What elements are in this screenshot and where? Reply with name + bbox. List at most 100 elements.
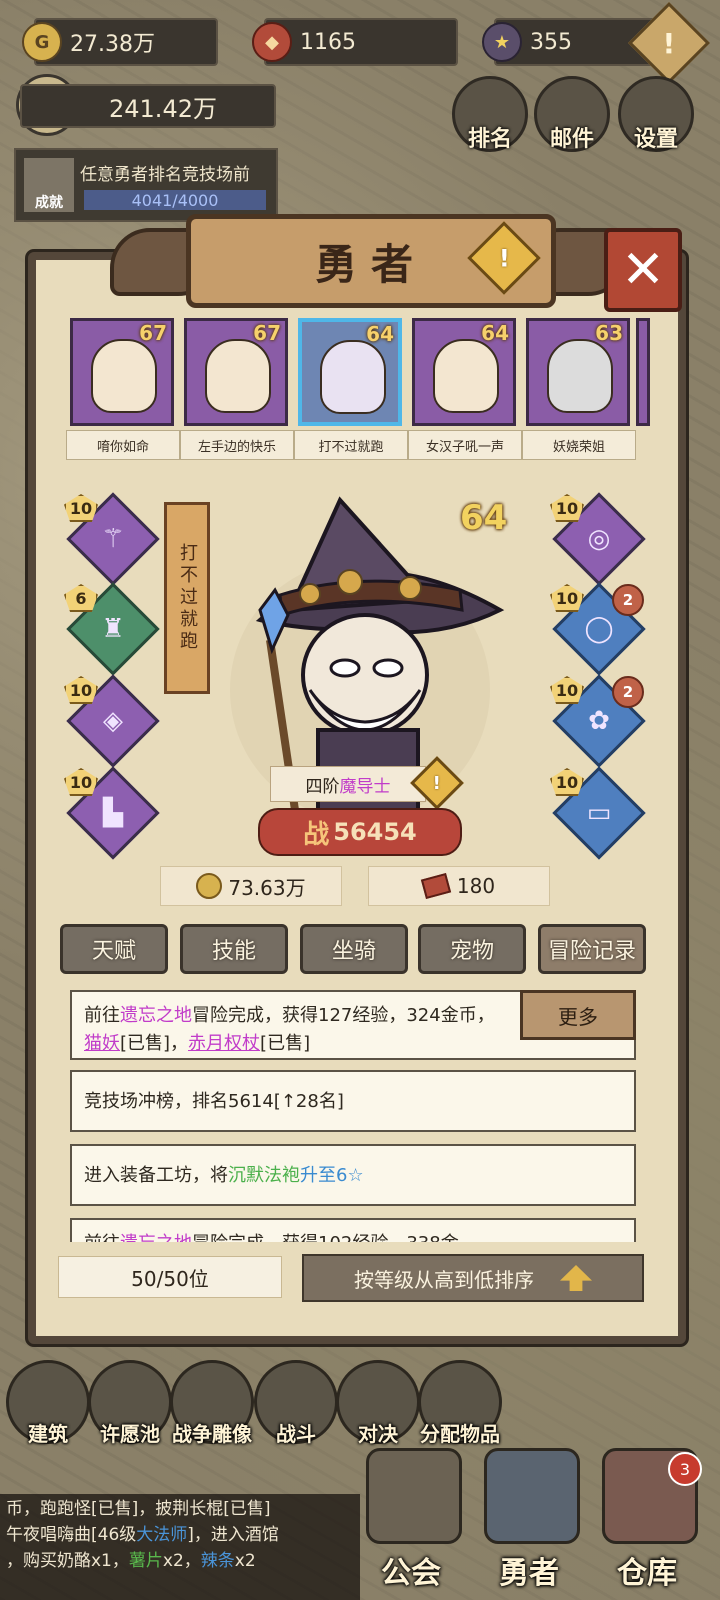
- hero-card[interactable]: 64: [412, 318, 516, 426]
- robe-icon: ♜: [101, 614, 125, 644]
- hero-card[interactable]: 67: [184, 318, 288, 426]
- rank-prefix: 四阶: [305, 776, 340, 797]
- chat-item: 辣条: [200, 1551, 235, 1571]
- combat-prefix: 战: [303, 819, 330, 850]
- tab-talent[interactable]: 天赋: [60, 924, 168, 974]
- chat-line: ，购买奶酪x1，薯片x2，辣条x2: [6, 1548, 354, 1574]
- chat-text: x2，: [162, 1551, 201, 1571]
- hero-card-partial[interactable]: [636, 318, 650, 426]
- quest-progress: 4041/4000: [84, 190, 266, 210]
- settings-button[interactable]: 设置: [618, 76, 694, 152]
- hero-portrait: [91, 339, 157, 413]
- hero-level: 64: [366, 322, 394, 346]
- hero-level: 67: [253, 321, 281, 345]
- helmet-icon: [484, 1448, 580, 1544]
- hero-level: 67: [139, 321, 167, 345]
- hero-name: 唷你如命: [66, 430, 180, 460]
- tab-label: 勇者: [499, 1556, 559, 1591]
- hero-name: 打不过就跑: [294, 430, 408, 460]
- hero-class-plate: 四阶 魔导士: [270, 766, 426, 802]
- combat-value: 56454: [333, 818, 417, 846]
- tab-adventure-log[interactable]: 冒险记录: [538, 924, 646, 974]
- nav-war-statue[interactable]: 战争雕像: [170, 1360, 254, 1446]
- chat-text: ]，进入酒馆: [187, 1525, 279, 1545]
- coin-icon: G: [22, 22, 62, 62]
- combat-power: 战 56454: [258, 808, 462, 856]
- hero-portrait: [320, 340, 386, 414]
- achievement-quest[interactable]: 成就 任意勇者排名竞技场前 4041/4000: [14, 148, 278, 222]
- nav-label: 战斗: [276, 1422, 316, 1446]
- gem-counter[interactable]: ◆ 1165: [252, 18, 458, 66]
- ring-icon: ◯: [584, 614, 614, 644]
- chat-class: 大法师: [136, 1525, 188, 1545]
- exclamation-icon: !: [498, 243, 510, 272]
- hero-portrait: [547, 339, 613, 413]
- close-icon: ✕: [621, 240, 665, 300]
- hero-name: 女汉子吼一声: [408, 430, 522, 460]
- chat-line: 币，跑跑怪[已售]，披荆长棍[已售]: [6, 1499, 271, 1519]
- log-text: 升至6☆: [300, 1165, 364, 1186]
- nav-building[interactable]: 建筑: [6, 1360, 90, 1446]
- log-item-link[interactable]: 沉默法袍: [228, 1165, 300, 1186]
- chat-text: x2: [234, 1551, 256, 1571]
- mail-button[interactable]: 邮件: [534, 76, 610, 152]
- log-text: 进入装备工坊，将: [84, 1165, 228, 1186]
- log-place-link[interactable]: 遗忘之地: [120, 1005, 192, 1026]
- nav-label: 对决: [358, 1422, 398, 1446]
- nav-duel[interactable]: 对决: [336, 1360, 420, 1446]
- hero-name: 妖娆荣姐: [522, 430, 636, 460]
- nav-wishing-well[interactable]: 许愿池: [88, 1360, 172, 1446]
- chat-feed[interactable]: 币，跑跑怪[已售]，披荆长棍[已售] 午夜唱嗨曲[46级大法师]，进入酒馆 ，购…: [0, 1494, 360, 1600]
- hero-class: 魔导士: [339, 776, 391, 797]
- log-item-link[interactable]: 猫妖: [84, 1033, 120, 1054]
- nav-battle[interactable]: 战斗: [254, 1360, 338, 1446]
- tab-guild[interactable]: 公会: [352, 1448, 470, 1600]
- gem-value: 1165: [300, 29, 356, 55]
- nav-distribute-items[interactable]: 分配物品: [418, 1360, 502, 1446]
- hero-card-selected[interactable]: 64: [298, 318, 402, 426]
- close-button[interactable]: ✕: [604, 228, 682, 312]
- sort-button[interactable]: 按等级从高到低排序: [302, 1254, 644, 1302]
- arrow-up-icon: [560, 1265, 592, 1291]
- hero-gold-value: 73.63万: [228, 875, 306, 900]
- achievement-label: 成就: [35, 195, 63, 211]
- hero-ticket-value: 180: [456, 874, 496, 898]
- hero-level: 63: [595, 321, 623, 345]
- log-text: 前往: [84, 1233, 120, 1242]
- log-place-link[interactable]: 遗忘之地: [120, 1233, 192, 1242]
- log-item-link[interactable]: 赤月权杖: [188, 1033, 260, 1054]
- equip-star: 2: [612, 676, 644, 708]
- shield-gem-icon: ◆: [252, 22, 292, 62]
- power-value: 241.42万: [109, 94, 217, 123]
- more-button[interactable]: 更多: [520, 990, 636, 1040]
- gold-counter[interactable]: G 27.38万: [22, 18, 218, 66]
- chat-text: ，购买奶酪x1，: [6, 1551, 129, 1571]
- hero-card[interactable]: 63: [526, 318, 630, 426]
- log-text: [已售]，: [120, 1033, 189, 1054]
- tab-pet[interactable]: 宠物: [418, 924, 526, 974]
- tab-skills[interactable]: 技能: [180, 924, 288, 974]
- rank-button[interactable]: 排名: [452, 76, 528, 152]
- hero-card[interactable]: 67: [70, 318, 174, 426]
- mail-label: 邮件: [549, 127, 594, 152]
- sort-label: 按等级从高到低排序: [354, 1267, 534, 1292]
- log-text: 冒险完成，获得127经验，324金币，: [192, 1005, 495, 1026]
- hero-portrait: [205, 339, 271, 413]
- log-entry: 前往遗忘之地冒险完成，获得102经验，338金: [70, 1218, 636, 1242]
- star-icon: ★: [482, 22, 522, 62]
- total-power: 241.42万: [20, 84, 276, 128]
- exclamation-icon: !: [432, 772, 442, 794]
- log-entry: 进入装备工坊，将沉默法袍升至6☆: [70, 1144, 636, 1206]
- chat-line: 午夜唱嗨曲[46级大法师]，进入酒馆: [6, 1522, 354, 1548]
- coin-icon: [196, 873, 223, 899]
- hero-ticket-stat: 180: [368, 866, 550, 906]
- boots-icon: ▙: [103, 798, 123, 828]
- tab-mount[interactable]: 坐骑: [300, 924, 408, 974]
- chat-item: 薯片: [128, 1551, 163, 1571]
- nav-label: 战争雕像: [172, 1422, 252, 1446]
- log-text: 前往: [84, 1005, 120, 1026]
- tab-heroes[interactable]: 勇者: [470, 1448, 588, 1600]
- amulet-icon: ✿: [588, 706, 610, 736]
- hero-name: 左手边的快乐: [180, 430, 294, 460]
- chat-text: 午夜唱嗨曲[46级: [6, 1525, 137, 1545]
